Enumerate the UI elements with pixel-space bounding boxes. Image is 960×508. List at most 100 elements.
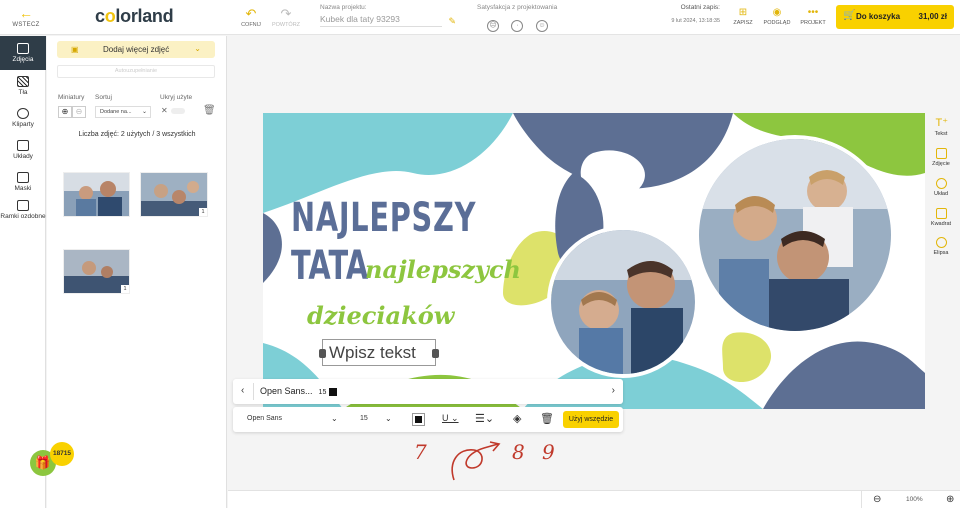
rail-item-frames[interactable]: Ramki ozdobne [0, 200, 46, 220]
logo-part: lorland [115, 6, 174, 26]
rail-item-label: Ramki ozdobne [0, 213, 46, 220]
zoom-out-icon[interactable]: ⊖ [873, 494, 881, 505]
add-to-cart-button[interactable]: 🛒 Do koszyka 31,00 zł [836, 5, 954, 29]
zoom-level: 100% [906, 496, 923, 503]
chevron-right-icon[interactable]: › [612, 385, 615, 396]
top-bar: ← WSTECZ colorland ↶ COFNIJ ↷ POWTÓRZ Na… [0, 0, 960, 35]
trash-icon[interactable]: 🗑 [540, 412, 554, 425]
undo-icon: ↶ [245, 6, 257, 21]
add-text-tool[interactable]: T⁺ Tekst [928, 118, 954, 138]
back-button[interactable]: ← WSTECZ [8, 6, 44, 28]
rail-item-label: Maski [14, 185, 32, 192]
save-icon: ⊞ [738, 7, 748, 18]
zoom-out-icon[interactable]: ⊖ [72, 106, 86, 118]
chip-font: Open Sans... [260, 386, 313, 396]
trash-icon[interactable]: 🗑 [203, 105, 216, 116]
rail-item-layouts[interactable]: Układy [0, 140, 46, 160]
save-button[interactable]: ⊞ ZAPISZ [730, 7, 756, 26]
rail-item-photos[interactable]: Zdjęcia [0, 36, 46, 70]
text-placeholder[interactable]: Wpisz tekst [329, 343, 416, 363]
pencil-icon[interactable]: ✎ [448, 16, 456, 27]
align-icon[interactable]: ☰⌄ [475, 412, 494, 425]
preview-button[interactable]: ◉ PODGLĄD [760, 7, 794, 26]
redo-label: POWTÓRZ [271, 22, 301, 28]
ellipse-icon [935, 237, 947, 248]
preview-label: PODGLĄD [763, 20, 791, 26]
use-everywhere-button[interactable]: Użyj wszędzie [563, 411, 619, 428]
zoom-in-icon[interactable]: ⊕ [58, 106, 72, 118]
redo-button[interactable]: ↷ POWTÓRZ [268, 7, 304, 28]
ellipse-tool[interactable]: Elipsa [928, 237, 954, 256]
undo-label: COFNIJ [241, 22, 261, 28]
back-label: WSTECZ [12, 22, 40, 28]
photo-thumbnail[interactable]: 1 [63, 249, 130, 294]
frame-icon [17, 200, 29, 211]
eye-icon: ◉ [772, 7, 782, 18]
hide-used-toggle[interactable]: ✕ [161, 106, 185, 115]
zoom-in-icon[interactable]: ⊕ [946, 494, 954, 505]
design-canvas[interactable]: NAJLEPSZY TATA najlepszych dzieciaków Wp… [263, 113, 925, 409]
mask-icon [17, 172, 29, 183]
font-size-select[interactable]: 15 [360, 415, 368, 422]
sort-select[interactable]: Dodane na... ⌄ [95, 106, 151, 118]
logo[interactable]: colorland [95, 6, 174, 27]
neutral-face-icon[interactable]: · [511, 20, 524, 32]
gift-count-badge: 18715 [50, 442, 74, 466]
photo-circle-small[interactable] [547, 226, 699, 378]
tool-label: Układ [933, 191, 949, 197]
layout-tool[interactable]: Układ [928, 178, 954, 197]
rail-item-masks[interactable]: Maski [0, 172, 46, 192]
rail-item-cliparts[interactable]: Kliparty [0, 108, 46, 128]
headline-best[interactable]: NAJLEPSZY [291, 195, 476, 241]
square-tool[interactable]: Kwadrat [928, 208, 954, 227]
script-best[interactable]: najlepszych [365, 255, 521, 284]
chevron-left-icon[interactable]: ‹ [241, 385, 244, 396]
rail-item-label: Układy [13, 153, 33, 160]
underline-icon[interactable]: U ⌄ [442, 413, 459, 424]
script-kids[interactable]: dzieciaków [307, 301, 454, 330]
tool-label: Kwadrat [930, 221, 952, 227]
satisfaction-rating: Satysfakcja z projektowania ☹ · ☺ [477, 4, 557, 32]
tool-label: Elipsa [933, 250, 949, 256]
zoom-bar: ⊖ 100% ⊕ [228, 490, 960, 508]
color-swatch [415, 416, 422, 423]
text-format-toolbar: Open Sans ⌄ 15 ⌄ U ⌄ ☰⌄ ◈ 🗑 Użyj wszędzi… [233, 407, 623, 432]
font-family-select[interactable]: Open Sans [247, 415, 282, 422]
more-dots-icon: ••• [807, 7, 819, 18]
layout-icon [17, 140, 29, 151]
image-icon [935, 148, 947, 159]
photo-image [699, 139, 891, 331]
rail-item-label: Zdjęcia [12, 56, 34, 63]
text-placeholder-box[interactable]: Wpisz tekst [319, 339, 439, 366]
project-name-input[interactable]: Kubek dla taty 93293 [320, 14, 442, 27]
last-save-label: Ostatni zapis: [680, 4, 720, 11]
auto-fill-button[interactable]: Autouzupełnianie [57, 65, 215, 78]
photo-thumbnail-image [141, 173, 207, 216]
layers-icon[interactable]: ◈ [513, 412, 521, 425]
hide-used-label: Ukryj użyte [160, 94, 193, 101]
text-color-picker[interactable] [412, 413, 425, 426]
photo-circle-large[interactable] [695, 135, 895, 335]
happy-face-icon[interactable]: ☺ [535, 20, 548, 32]
rail-item-backgrounds[interactable]: Tła [0, 76, 46, 96]
color-swatch [329, 387, 338, 396]
chevron-down-icon[interactable]: ⌄ [331, 414, 338, 423]
text-element-chip[interactable]: Open Sans... 15 [253, 383, 338, 400]
element-selector-bar: ‹ Open Sans... 15 › [233, 379, 623, 404]
undo-button[interactable]: ↶ COFNIJ [233, 7, 269, 28]
resize-handle[interactable] [319, 349, 326, 358]
cart-label: Do koszyka [856, 12, 901, 21]
headline-dad[interactable]: TATA [291, 243, 368, 289]
project-menu-button[interactable]: ••• PROJEKT [797, 7, 829, 26]
chevron-down-icon[interactable]: ⌄ [385, 414, 392, 423]
resize-handle[interactable] [432, 349, 439, 358]
photo-thumbnail[interactable]: 1 [140, 172, 208, 217]
arrow-left-icon: ← [19, 5, 33, 21]
add-photos-button[interactable]: ▣ Dodaj więcej zdjęć ⌄ [57, 41, 215, 58]
satisfaction-label: Satysfakcja z projektowania [477, 4, 558, 11]
add-photo-tool[interactable]: Zdjęcie [928, 148, 954, 167]
annotation-number: 8 [512, 440, 525, 464]
sad-face-icon[interactable]: ☹ [487, 20, 499, 32]
photo-thumbnail[interactable] [63, 172, 130, 217]
refresh-icon [935, 178, 947, 189]
